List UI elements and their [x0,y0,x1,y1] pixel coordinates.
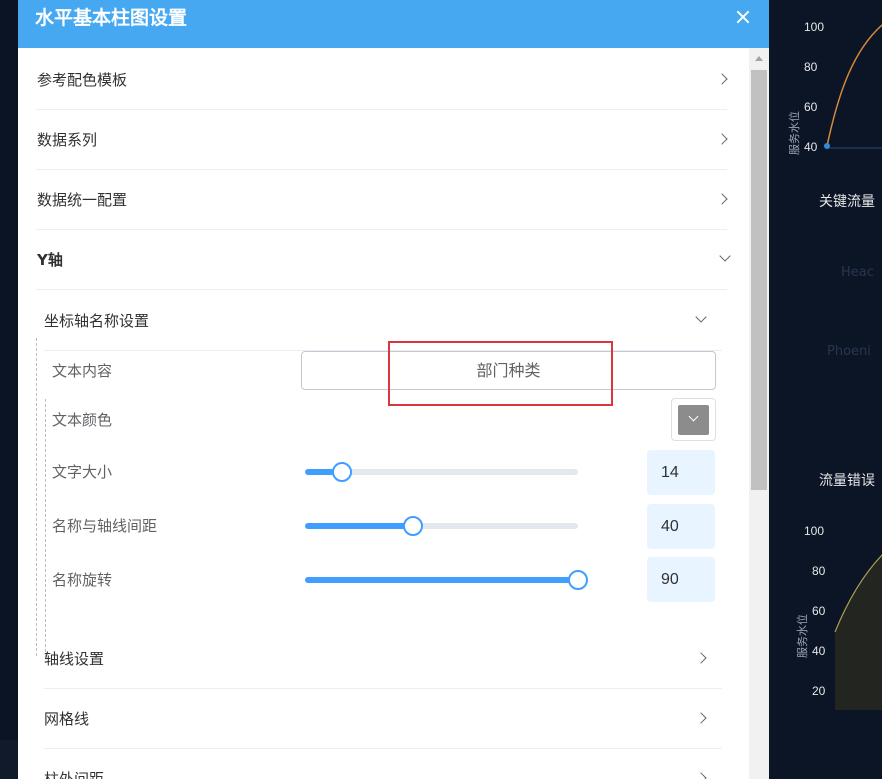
subsection-axis-name-label: 坐标轴名称设置 [44,312,150,330]
section-unified-config[interactable]: 数据统一配置 [36,170,728,230]
subsection-bar-gap-label: 柱外间距 [44,770,105,779]
subsection-axis-line[interactable]: 轴线设置 [44,629,722,689]
name-gap-slider-fill [305,523,413,529]
name-gap-number-input[interactable]: 40 [647,504,715,549]
name-gap-label: 名称与轴线间距 [52,517,158,535]
chevron-right-icon [695,712,707,724]
bottom-chart-curve [834,554,882,710]
section-series[interactable]: 数据系列 [36,110,728,170]
section-palette[interactable]: 参考配色模板 [36,50,728,110]
bottom-chart-tick: 80 [812,564,826,578]
background-panel-title: 关键流量 [819,194,875,210]
close-icon[interactable] [732,6,754,28]
section-unified-label: 数据统一配置 [37,191,128,209]
chevron-right-icon [716,133,728,145]
font-size-slider-handle[interactable] [332,462,352,482]
font-size-number-input[interactable]: 14 [647,450,715,495]
chevron-right-icon [695,772,707,779]
subsection-axis-name[interactable]: 坐标轴名称设置 [44,291,722,351]
chevron-right-icon [695,652,707,664]
dialog-scrollbar[interactable] [749,48,769,779]
highlight-annotation-box [388,341,613,406]
background-dashboard: 100 80 60 40 服务水位 关键流量 Heac Phoeni 流量错误 … [769,0,882,779]
section-y-axis-label: Y轴 [37,251,63,269]
chevron-down-icon [719,250,731,262]
background-panel-title: 流量错误 [819,473,875,489]
background-faint-text: Heac [841,265,874,280]
dialog-body: 参考配色模板 数据系列 数据统一配置 Y轴 坐标轴名称设置 文本内容 文本颜色 … [18,48,769,779]
background-faint-text: Phoeni [827,344,871,359]
bottom-chart-axis-name: 服务水位 [796,614,809,658]
top-chart-axis-name: 服务水位 [788,111,801,155]
name-gap-slider[interactable] [305,516,578,536]
subsection-grid-line-label: 网格线 [44,710,90,728]
chevron-right-icon [716,73,728,85]
top-chart-tick: 40 [804,140,818,154]
chevron-down-icon [695,311,707,323]
chevron-down-icon [688,411,699,422]
name-rotate-label: 名称旋转 [52,571,113,589]
subsection-grid-line[interactable]: 网格线 [44,689,722,749]
section-palette-label: 参考配色模板 [37,71,128,89]
dialog-title: 水平基本柱图设置 [35,7,188,29]
color-swatch [678,405,709,435]
section-series-label: 数据系列 [37,131,98,149]
dialog-header: 水平基本柱图设置 [18,0,769,48]
name-rotate-slider-handle[interactable] [568,570,588,590]
background-left-strip [0,0,18,779]
scroll-up-arrow-icon[interactable] [755,56,763,61]
bottom-chart-tick: 20 [812,684,826,698]
bottom-chart-tick: 100 [804,524,825,538]
top-chart-curve [824,24,882,149]
name-rotate-number-input[interactable]: 90 [647,557,715,602]
font-size-slider[interactable] [305,462,578,482]
settings-dialog: 水平基本柱图设置 参考配色模板 数据系列 数据统一配置 Y轴 坐标轴名称设置 文 [18,0,769,779]
bottom-chart-tick: 40 [812,644,826,658]
name-rotate-slider-fill [305,577,578,583]
top-chart-tick: 60 [804,100,818,114]
tree-guide-line [36,338,37,656]
subsection-bar-gap[interactable]: 柱外间距 [44,749,722,779]
top-chart-tick: 80 [804,60,818,74]
subsection-axis-line-label: 轴线设置 [44,650,105,668]
font-size-label: 文字大小 [52,463,113,481]
section-y-axis[interactable]: Y轴 [36,230,731,290]
name-gap-slider-handle[interactable] [403,516,423,536]
tree-guide-line [45,399,46,657]
name-rotate-slider[interactable] [305,570,588,590]
text-content-label: 文本内容 [52,362,113,380]
text-color-picker[interactable] [671,398,716,441]
bottom-chart-tick: 60 [812,604,826,618]
scrollbar-thumb[interactable] [751,70,767,490]
text-color-label: 文本颜色 [52,411,113,429]
chevron-right-icon [716,193,728,205]
